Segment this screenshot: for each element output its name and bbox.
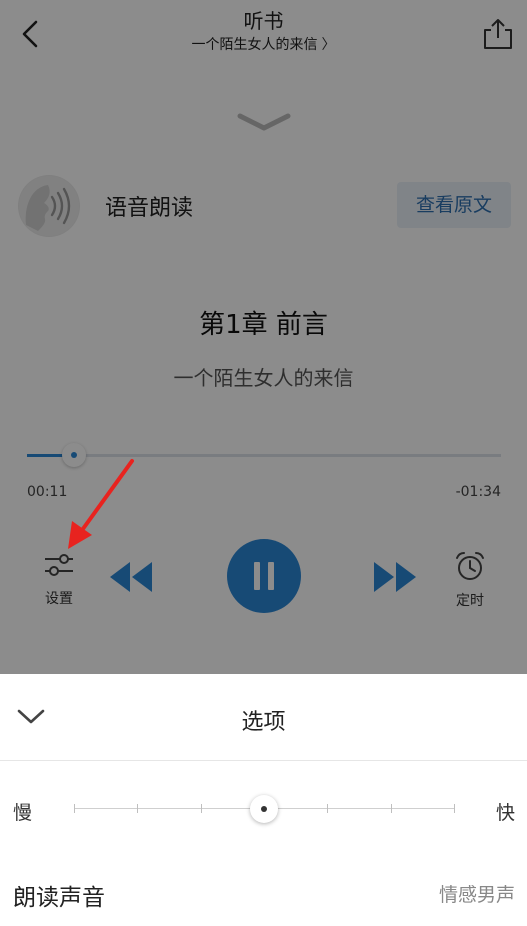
speed-slider[interactable] [74,795,455,823]
speed-tick [327,804,329,813]
speed-tick [200,804,202,813]
speed-slow-label: 慢 [13,802,33,824]
voice-value: 情感男声 [438,884,515,906]
speed-handle[interactable] [250,795,278,823]
voice-setting-row[interactable]: 朗读声音 情感男声 [0,870,527,918]
speed-tick [390,804,392,813]
sheet-header: 选项 [0,674,527,761]
speed-tick [454,804,455,813]
speed-tick [74,804,75,813]
annotation-arrow-icon [68,459,134,549]
speed-fast-label: 快 [495,802,515,824]
options-sheet: 选项 慢 快 朗读声音 情感男声 [0,674,527,926]
sheet-title: 选项 [241,710,286,735]
speed-row: 慢 快 [0,784,527,834]
speed-tick [137,804,139,813]
modal-backdrop[interactable] [0,0,527,674]
voice-label: 朗读声音 [13,885,105,911]
